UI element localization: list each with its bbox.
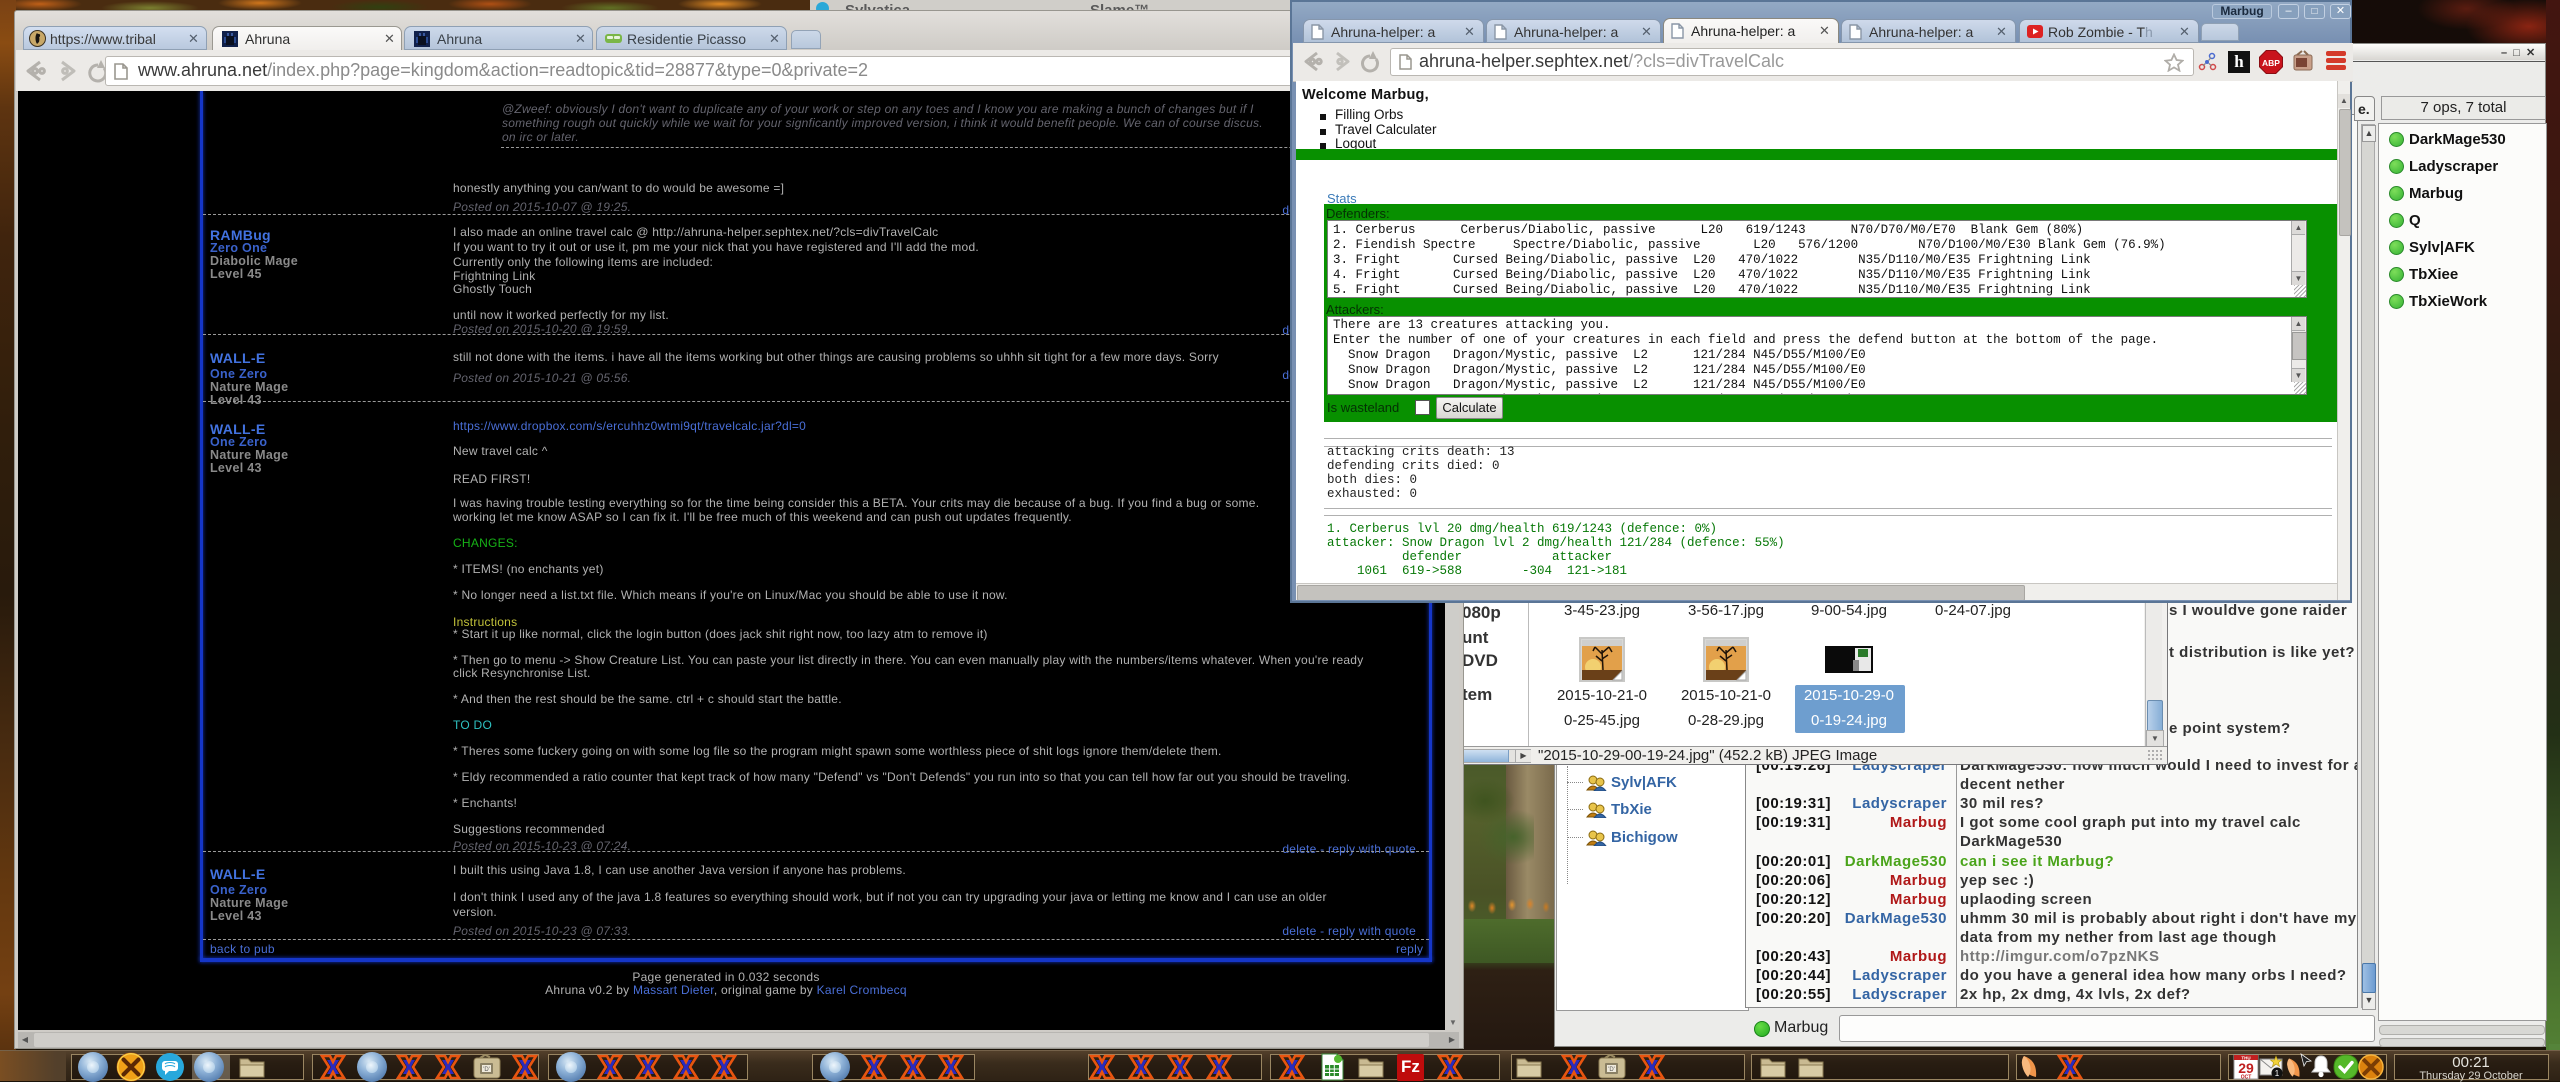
svg-text:ABP: ABP bbox=[2262, 58, 2280, 68]
svg-text:OCT: OCT bbox=[2241, 1075, 2252, 1081]
svg-text:1: 1 bbox=[2275, 1069, 2280, 1078]
svg-text:'D': 'D' bbox=[483, 1067, 490, 1073]
svg-text:'D': 'D' bbox=[1608, 1067, 1615, 1073]
